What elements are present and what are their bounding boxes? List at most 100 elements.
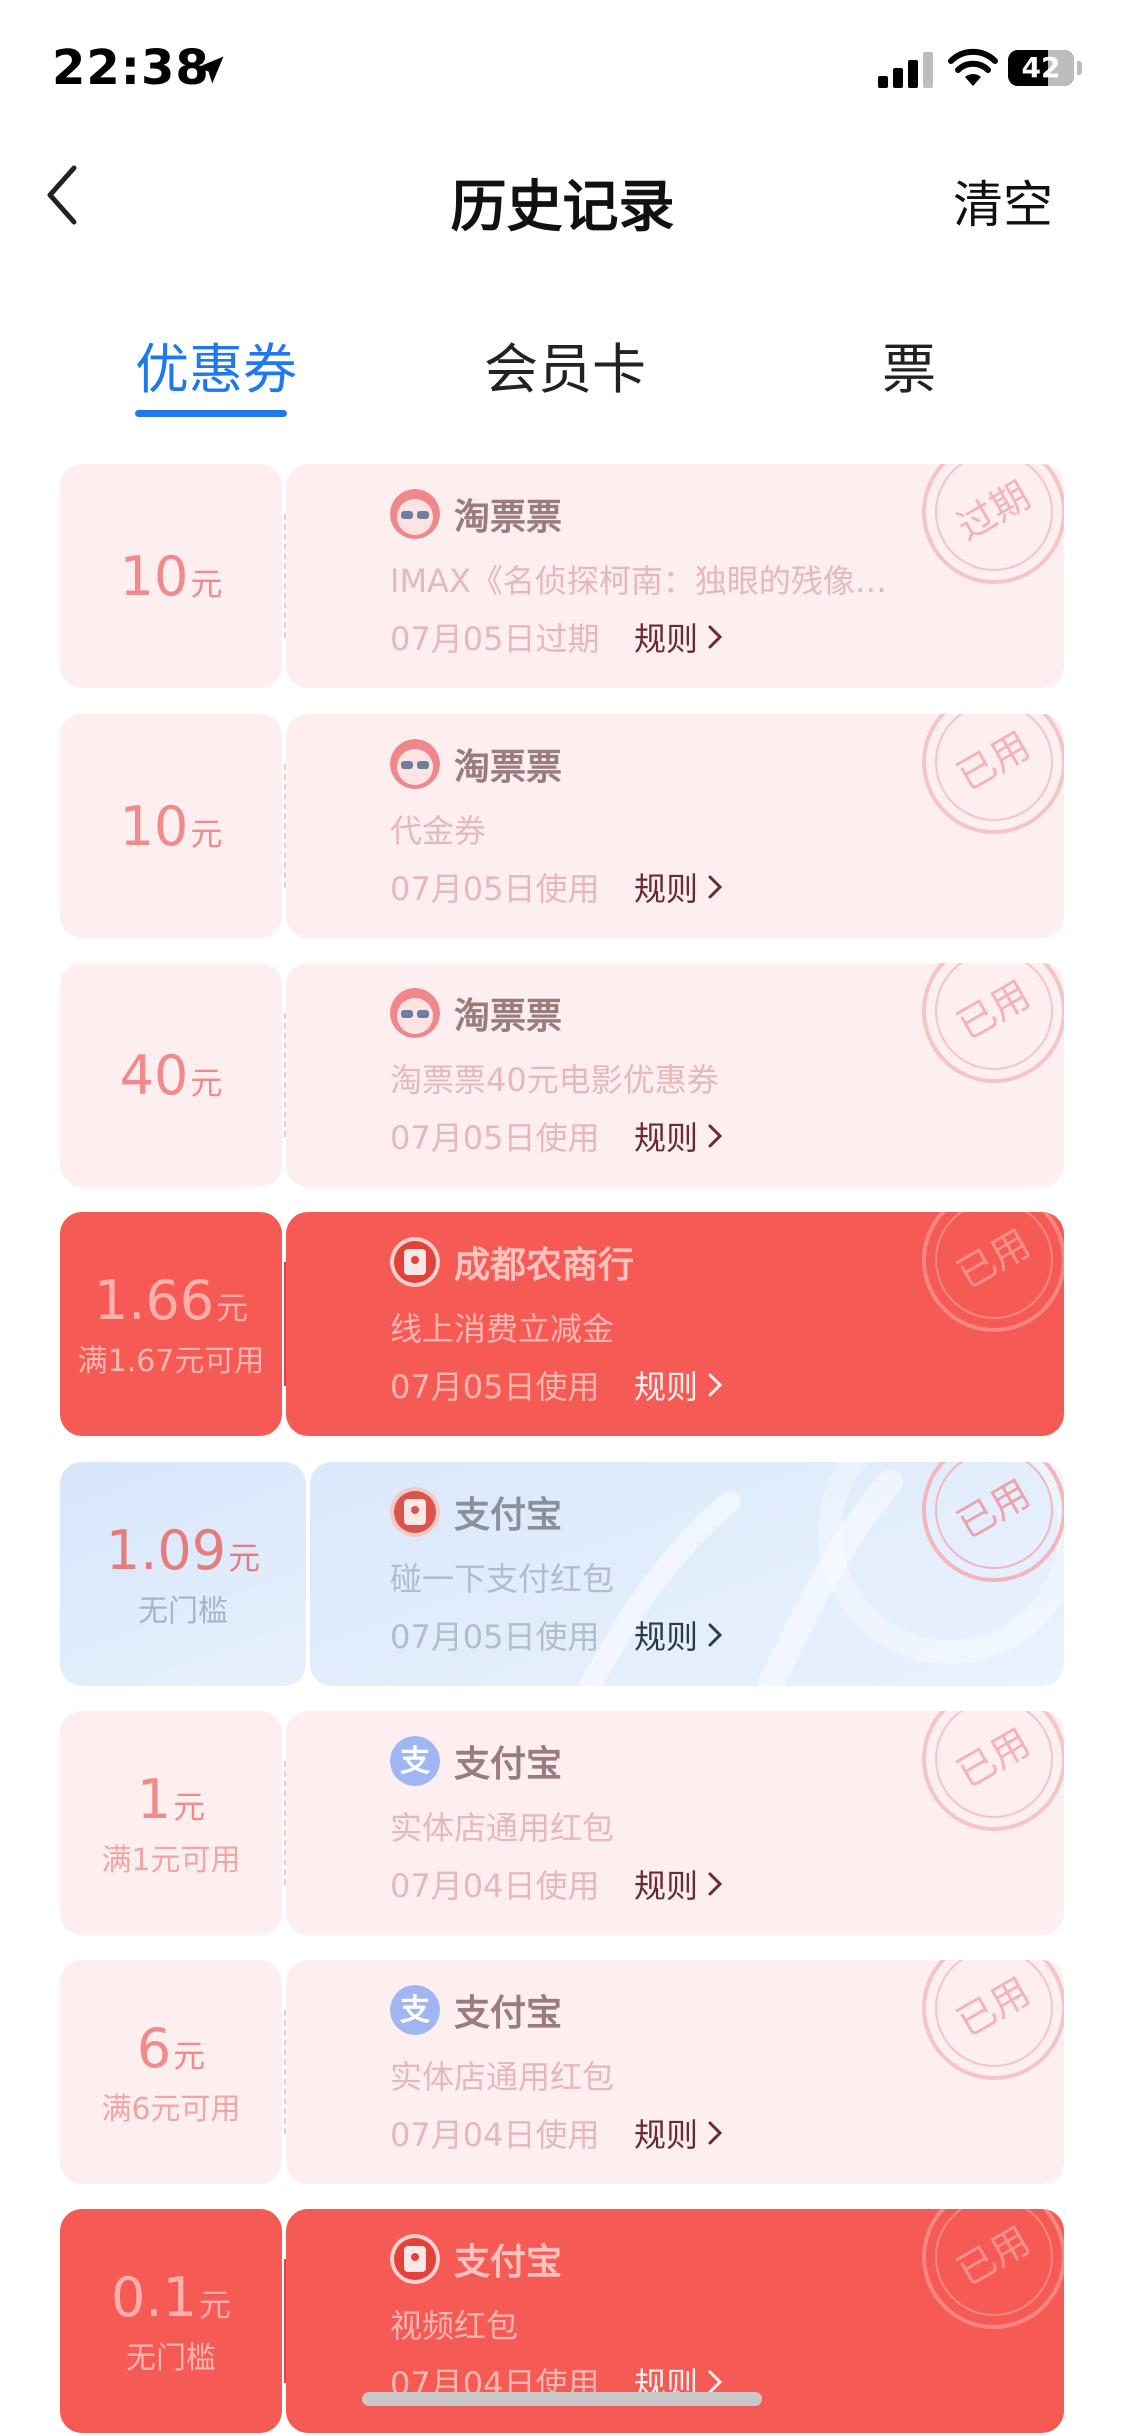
coupon-amount: 0.1 元	[111, 2266, 231, 2329]
coupon-card[interactable]: 10 元 淘票票 代金券 07月05日使用 规则 已用	[60, 714, 1064, 938]
coupon-condition: 满6元可用	[101, 2091, 241, 2127]
cellular-signal-icon	[878, 52, 933, 88]
amount-value: 10	[119, 544, 189, 608]
coupon-amount: 1 元	[137, 1768, 205, 1831]
merchant-name: 支付宝	[454, 1495, 563, 1536]
stamp-text: 已用	[950, 972, 1038, 1048]
rule-label: 规则	[634, 1618, 699, 1656]
coupon-detail-panel: 淘票票 淘票票40元电影优惠券 07月05日使用 规则 已用	[286, 963, 1064, 1187]
stamp-text: 已用	[950, 2218, 1038, 2294]
coupon-card[interactable]: 1.09 元 无门槛 支付宝 碰一下支付红包 07月05日使用 规则 已用	[60, 1462, 1064, 1686]
coupon-merchant: 淘票票	[390, 488, 562, 540]
coupon-rule-link[interactable]: 规则	[634, 1362, 726, 1408]
red-packet-icon	[390, 2234, 440, 2284]
tab-coupons[interactable]: 优惠券	[135, 325, 297, 404]
coupon-amount-panel: 10 元	[60, 464, 282, 688]
merchant-name: 支付宝	[454, 2242, 563, 2283]
coupon-amount-panel: 10 元	[60, 714, 282, 938]
status-time: 22:38	[52, 40, 210, 96]
coupon-rule-link[interactable]: 规则	[634, 1113, 726, 1159]
coupon-card[interactable]: 10 元 淘票票 IMAX《名侦探柯南：独眼的残像… 07月05日过期 规则 过…	[60, 464, 1064, 688]
amount-value: 0.1	[111, 2265, 197, 2329]
used-stamp-icon: 已用	[922, 1462, 1064, 1582]
coupon-description: 淘票票40元电影优惠券	[390, 1061, 719, 1099]
amount-unit: 元	[173, 1787, 206, 1826]
home-indicator[interactable]	[362, 2392, 762, 2406]
coupon-rule-link[interactable]: 规则	[634, 614, 726, 660]
coupon-detail-panel: 支 支付宝 实体店通用红包 07月04日使用 规则 已用	[286, 1960, 1064, 2184]
coupon-date: 07月05日过期	[390, 620, 600, 658]
coupon-merchant: 支付宝	[390, 1486, 562, 1538]
merchant-name: 成都农商行	[454, 1245, 635, 1286]
amount-value: 1.09	[105, 1518, 227, 1582]
coupon-date: 07月04日使用	[390, 1867, 600, 1905]
stamp-text: 已用	[950, 1969, 1038, 2045]
coupon-card[interactable]: 6 元 满6元可用 支 支付宝 实体店通用红包 07月04日使用 规则 已用	[60, 1960, 1064, 2184]
coupon-card[interactable]: 40 元 淘票票 淘票票40元电影优惠券 07月05日使用 规则 已用	[60, 963, 1064, 1187]
amount-value: 40	[119, 1043, 189, 1107]
coupon-description: 线上消费立减金	[390, 1310, 615, 1348]
svg-text:支: 支	[400, 1993, 430, 2028]
coupon-amount: 1.09 元	[106, 1519, 260, 1582]
chevron-right-icon	[708, 875, 723, 899]
coupon-amount: 10 元	[120, 545, 223, 608]
chevron-right-icon	[708, 625, 723, 649]
coupon-detail-panel: 成都农商行 线上消费立减金 07月05日使用 规则 已用	[286, 1212, 1064, 1436]
tab-member-cards[interactable]: 会员卡	[484, 325, 646, 404]
red-packet-icon	[390, 1237, 440, 1287]
amount-value: 6	[136, 2016, 172, 2080]
alipay-icon: 支	[390, 1736, 440, 1786]
stamp-text: 已用	[950, 1720, 1038, 1796]
rule-label: 规则	[634, 1368, 699, 1406]
battery-cap	[1077, 61, 1082, 75]
merchant-name: 淘票票	[454, 747, 563, 788]
coupon-rule-link[interactable]: 规则	[634, 1861, 726, 1907]
stamp-text: 过期	[950, 473, 1038, 549]
stamp-text: 已用	[950, 1471, 1038, 1547]
rule-label: 规则	[634, 2116, 699, 2154]
used-stamp-icon: 已用	[922, 963, 1064, 1083]
amount-unit: 元	[228, 1538, 261, 1577]
coupon-description: 实体店通用红包	[390, 1809, 615, 1847]
coupon-condition: 无门槛	[126, 2340, 216, 2376]
coupon-description: 实体店通用红包	[390, 2058, 615, 2096]
coupon-rule-link[interactable]: 规则	[634, 1612, 726, 1658]
red-packet-icon	[390, 1487, 440, 1537]
coupon-detail-panel: 支 支付宝 实体店通用红包 07月04日使用 规则 已用	[286, 1711, 1064, 1935]
amount-unit: 元	[190, 814, 223, 853]
used-stamp-icon: 已用	[922, 1212, 1064, 1332]
coupon-rule-link[interactable]: 规则	[634, 2110, 726, 2156]
coupon-amount-panel: 40 元	[60, 963, 282, 1187]
coupon-date: 07月04日使用	[390, 2116, 600, 2154]
merchant-name: 支付宝	[454, 1993, 563, 2034]
coupon-detail-panel: 淘票票 IMAX《名侦探柯南：独眼的残像… 07月05日过期 规则 过期	[286, 464, 1064, 688]
amount-value: 1	[136, 1767, 172, 1831]
coupon-detail-panel: 淘票票 代金券 07月05日使用 规则 已用	[286, 714, 1064, 938]
merchant-name: 淘票票	[454, 996, 563, 1037]
rule-label: 规则	[634, 870, 699, 908]
coupon-condition: 满1元可用	[101, 1842, 241, 1878]
used-stamp-icon: 已用	[922, 2209, 1064, 2329]
tab-tickets[interactable]: 票	[882, 325, 936, 404]
battery-text: 42	[1021, 51, 1061, 84]
coupon-condition: 满1.67元可用	[77, 1343, 265, 1379]
coupon-card[interactable]: 1.66 元 满1.67元可用 成都农商行 线上消费立减金 07月05日使用 规…	[60, 1212, 1064, 1436]
clear-button[interactable]: 清空	[953, 165, 1053, 237]
coupon-card[interactable]: 1 元 满1元可用 支 支付宝 实体店通用红包 07月04日使用 规则 已用	[60, 1711, 1064, 1935]
amount-value: 10	[119, 794, 189, 858]
alipay-icon: 支	[390, 1985, 440, 2035]
amount-unit: 元	[190, 1063, 223, 1102]
taopiaopiao-icon	[390, 988, 440, 1038]
coupon-date: 07月05日使用	[390, 1368, 600, 1406]
merchant-name: 支付宝	[454, 1744, 563, 1785]
chevron-right-icon	[708, 1373, 723, 1397]
amount-unit: 元	[190, 564, 223, 603]
coupon-description: 碰一下支付红包	[390, 1560, 615, 1598]
amount-unit: 元	[198, 2285, 231, 2324]
chevron-right-icon	[708, 1124, 723, 1148]
coupon-merchant: 支付宝	[390, 2233, 562, 2285]
coupon-rule-link[interactable]: 规则	[634, 864, 726, 910]
coupon-condition: 无门槛	[138, 1593, 228, 1629]
taopiaopiao-icon	[390, 739, 440, 789]
coupon-merchant: 淘票票	[390, 738, 562, 790]
